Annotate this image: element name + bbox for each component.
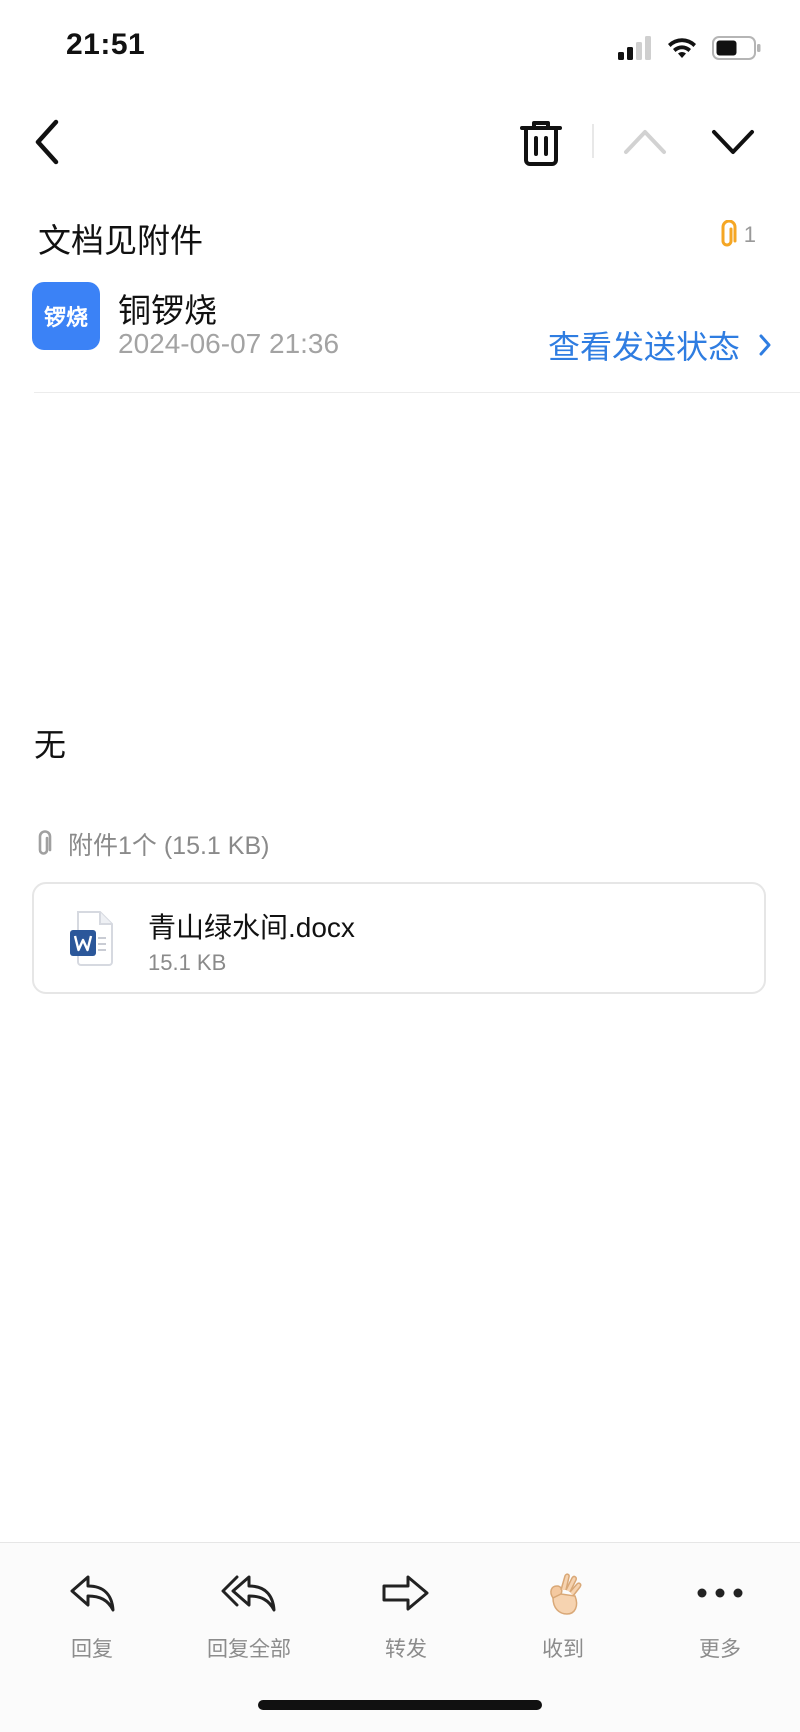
send-status-label: 查看发送状态 <box>547 329 740 365</box>
wifi-icon <box>668 38 696 58</box>
more-button[interactable]: 更多 <box>645 1565 795 1663</box>
status-time: 21:51 <box>66 28 146 61</box>
email-subject: 文档见附件 <box>38 222 203 259</box>
chevron-up-icon <box>624 130 666 154</box>
view-send-status-link[interactable]: 查看发送状态 <box>548 322 772 368</box>
battery-icon <box>712 36 761 60</box>
received-button[interactable]: 收到 <box>488 1565 638 1663</box>
reply-label: 回复 <box>71 1638 113 1661</box>
reply-icon <box>70 1575 115 1612</box>
reply-button[interactable]: 回复 <box>17 1565 167 1663</box>
forward-label: 转发 <box>385 1638 427 1661</box>
attachment-item[interactable]: 青山绿水间.docx 15.1 KB <box>32 882 766 994</box>
attachments-summary: 附件1个 (15.1 KB) <box>68 832 270 860</box>
sender-name[interactable]: 铜锣烧 <box>118 284 217 332</box>
trash-icon <box>520 121 562 166</box>
back-button[interactable] <box>28 116 68 168</box>
paperclip-icon <box>721 220 737 247</box>
status-icons <box>618 36 762 60</box>
chevron-left-icon <box>35 119 59 165</box>
forward-icon <box>382 1575 429 1611</box>
attachment-count: 1 <box>743 222 756 247</box>
ok-hand-icon <box>550 1573 582 1615</box>
next-email-button[interactable] <box>708 122 758 162</box>
home-indicator <box>258 1700 542 1710</box>
email-body: 无 <box>34 727 67 763</box>
delete-button[interactable] <box>518 118 564 168</box>
previous-email-button[interactable] <box>620 122 670 162</box>
chevron-down-icon <box>712 130 754 154</box>
chevron-right-icon <box>759 334 771 356</box>
sent-time: 2024-06-07 21:36 <box>118 328 340 359</box>
attachments-heading: 附件1个 (15.1 KB) <box>34 826 269 862</box>
header-divider <box>34 392 800 393</box>
cellular-signal-icon <box>618 36 651 60</box>
attachment-count-indicator: 1 <box>716 220 756 250</box>
sender-avatar[interactable]: 锣烧 <box>32 282 100 350</box>
attachment-file-name: 青山绿水间.docx <box>148 912 355 943</box>
reply-all-icon <box>221 1575 276 1612</box>
received-label: 收到 <box>542 1638 584 1661</box>
paperclip-icon <box>38 830 52 855</box>
more-label: 更多 <box>699 1638 741 1661</box>
reply-all-button[interactable]: 回复全部 <box>174 1565 324 1663</box>
more-icon <box>697 1588 743 1598</box>
word-doc-icon <box>70 910 116 966</box>
nav-divider <box>592 124 594 158</box>
forward-button[interactable]: 转发 <box>331 1565 481 1663</box>
attachment-file-size: 15.1 KB <box>148 950 227 975</box>
reply-all-label: 回复全部 <box>207 1638 291 1661</box>
